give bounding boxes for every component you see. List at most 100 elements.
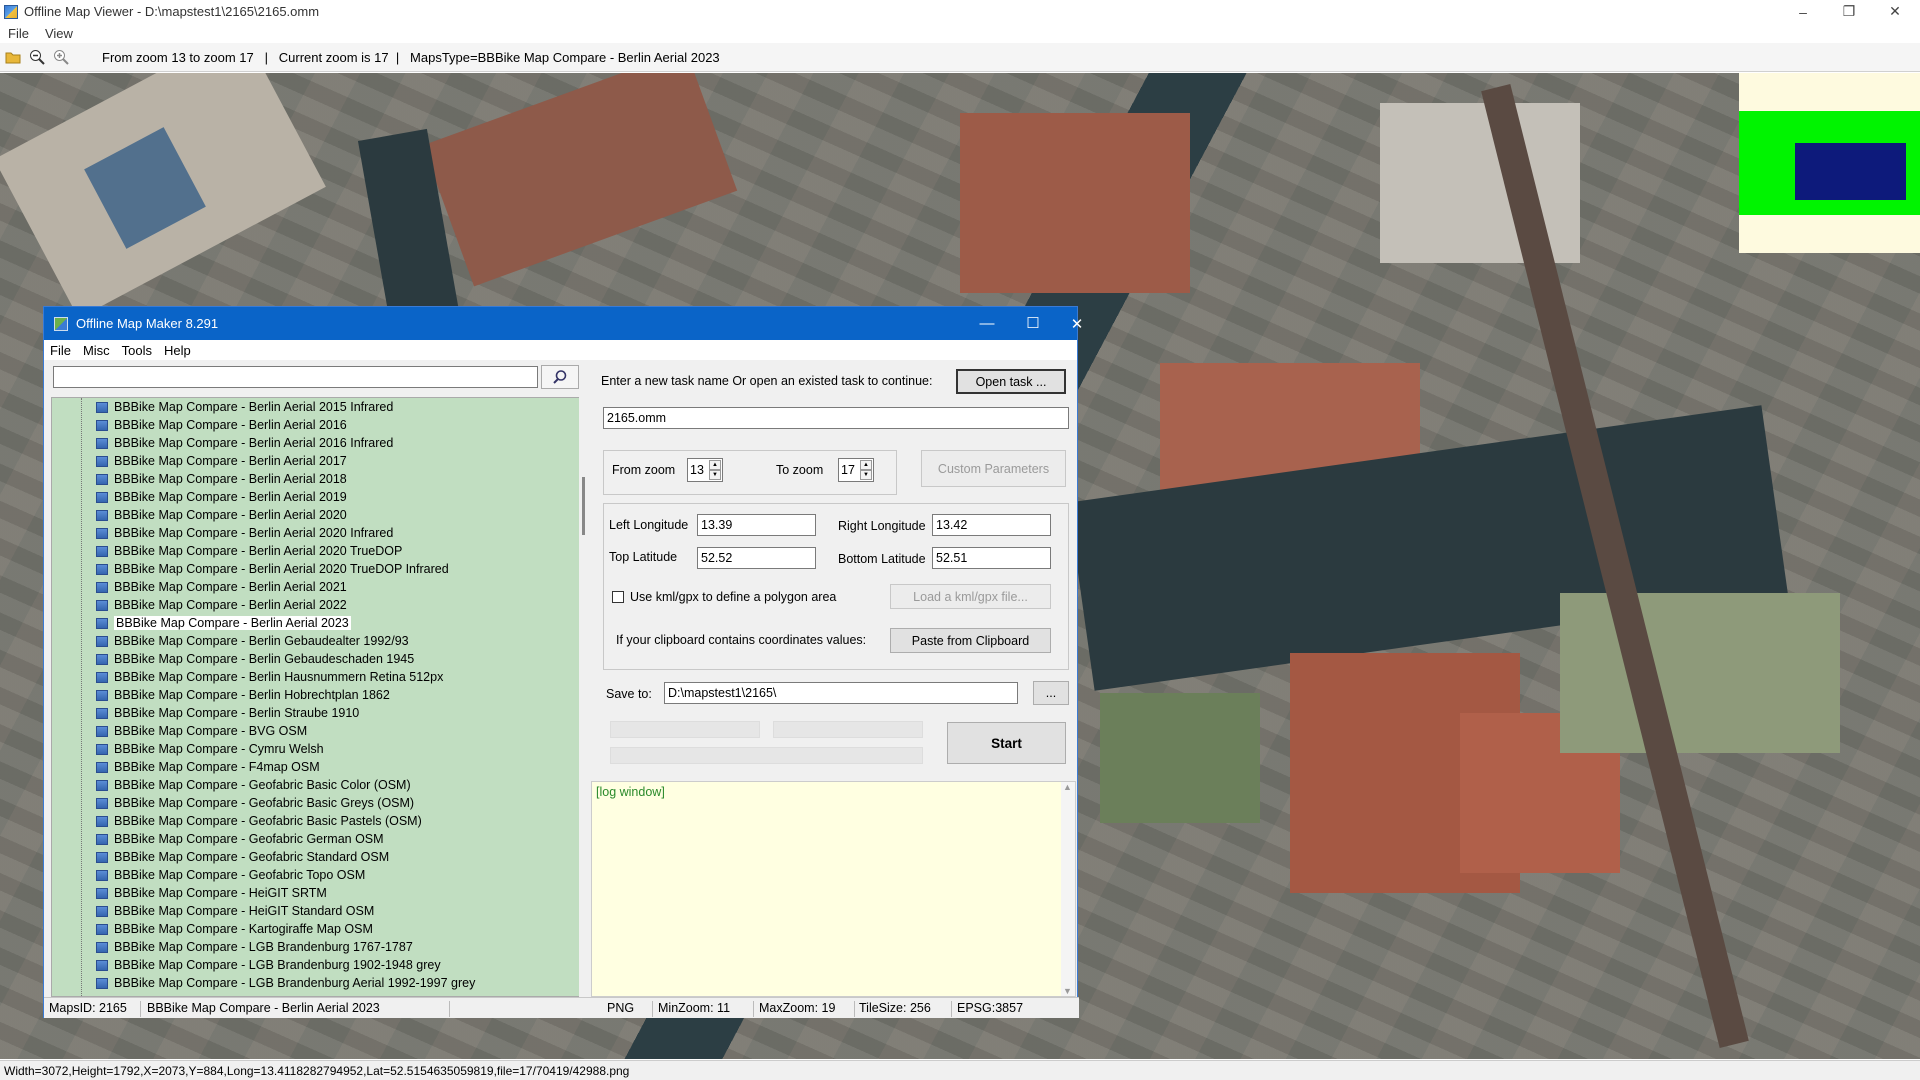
zoom-in-button[interactable] [50, 46, 72, 68]
map-type-item[interactable]: BBBike Map Compare - Berlin Gebaudeschad… [52, 650, 579, 668]
from-zoom-spinner[interactable]: 13 ▲ ▼ [687, 458, 723, 482]
map-type-item[interactable]: BBBike Map Compare - Berlin Aerial 2020 … [52, 542, 579, 560]
map-layer-icon [96, 689, 108, 701]
map-type-item[interactable]: BBBike Map Compare - Berlin Aerial 2017 [52, 452, 579, 470]
browse-button[interactable]: ... [1033, 681, 1069, 705]
map-type-item[interactable]: BBBike Map Compare - Cymru Welsh [52, 740, 579, 758]
status-epsg: EPSG:3857 [957, 1001, 1024, 1015]
to-zoom-up-arrow[interactable]: ▲ [860, 460, 872, 470]
open-folder-button[interactable] [2, 46, 24, 68]
map-type-item[interactable]: BBBike Map Compare - Berlin Aerial 2015 … [52, 398, 579, 416]
paste-clipboard-button[interactable]: Paste from Clipboard [890, 628, 1051, 653]
map-type-item[interactable]: BBBike Map Compare - Geofabric Basic Gre… [52, 794, 579, 812]
log-window[interactable]: [log window] [591, 781, 1076, 997]
map-type-item[interactable]: BBBike Map Compare - Geofabric German OS… [52, 830, 579, 848]
top-latitude-input[interactable]: 52.52 [697, 547, 816, 569]
load-kml-button[interactable]: Load a kml/gpx file... [890, 584, 1051, 609]
dialog-menu-help[interactable]: Help [164, 343, 191, 358]
map-type-item[interactable]: BBBike Map Compare - Berlin Aerial 2023 [52, 614, 579, 632]
map-type-item[interactable]: BBBike Map Compare - Geofabric Basic Pas… [52, 812, 579, 830]
zoom-out-button[interactable] [26, 46, 48, 68]
save-path-input[interactable]: D:\mapstest1\2165\ [664, 682, 1018, 704]
map-type-label: BBBike Map Compare - Berlin Aerial 2020 [114, 508, 347, 522]
start-button[interactable]: Start [947, 722, 1066, 764]
map-type-item[interactable]: BBBike Map Compare - Berlin Hobrechtplan… [52, 686, 579, 704]
tree-scrollbar[interactable] [579, 397, 591, 997]
map-layer-icon [96, 743, 108, 755]
to-zoom-spinner[interactable]: 17 ▲ ▼ [838, 458, 874, 482]
map-maker-icon [54, 316, 68, 331]
log-scrollbar[interactable]: ▲ ▼ [1061, 782, 1075, 996]
map-type-item[interactable]: BBBike Map Compare - Berlin Hausnummern … [52, 668, 579, 686]
dialog-menu-misc[interactable]: Misc [83, 343, 110, 358]
scroll-down-arrow[interactable]: ▼ [1063, 986, 1072, 996]
from-zoom-down-arrow[interactable]: ▼ [709, 470, 721, 480]
map-type-item[interactable]: BBBike Map Compare - Geofabric Topo OSM [52, 866, 579, 884]
map-type-item[interactable]: BBBike Map Compare - Berlin Aerial 2019 [52, 488, 579, 506]
map-park [1560, 593, 1840, 753]
map-type-item[interactable]: BBBike Map Compare - Berlin Aerial 2022 [52, 596, 579, 614]
task-name-input[interactable]: 2165.omm [603, 407, 1069, 429]
map-type-item[interactable]: BBBike Map Compare - BVG OSM [52, 722, 579, 740]
map-type-item[interactable]: BBBike Map Compare - Berlin Straube 1910 [52, 704, 579, 722]
maximize-button[interactable]: ❐ [1826, 0, 1872, 23]
map-type-item[interactable]: BBBike Map Compare - Geofabric Basic Col… [52, 776, 579, 794]
dialog-maximize-button[interactable]: ☐ [1010, 306, 1056, 339]
close-button[interactable]: ✕ [1872, 0, 1918, 23]
map-type-item[interactable]: BBBike Map Compare - HeiGIT Standard OSM [52, 902, 579, 920]
map-type-tree[interactable]: BBBike Map Compare - Berlin Aerial 2015 … [51, 397, 580, 997]
map-type-item[interactable]: BBBike Map Compare - Kartogiraffe Map OS… [52, 920, 579, 938]
menu-view[interactable]: View [45, 26, 73, 41]
to-zoom-down-arrow[interactable]: ▼ [860, 470, 872, 480]
search-button[interactable] [541, 365, 579, 389]
dialog-menu-tools[interactable]: Tools [122, 343, 152, 358]
status-divider [652, 1001, 653, 1017]
map-type-label: BBBike Map Compare - Berlin Hausnummern … [114, 670, 444, 684]
map-type-item[interactable]: BBBike Map Compare - HeiGIT SRTM [52, 884, 579, 902]
map-type-item[interactable]: BBBike Map Compare - Geofabric Standard … [52, 848, 579, 866]
minimize-button[interactable]: – [1780, 0, 1826, 23]
map-layer-icon [96, 941, 108, 953]
dialog-close-button[interactable]: ✕ [1054, 307, 1100, 340]
map-layer-icon [96, 581, 108, 593]
open-task-button[interactable]: Open task ... [956, 369, 1066, 394]
left-longitude-input[interactable]: 13.39 [697, 514, 816, 536]
kml-polygon-label: Use kml/gpx to define a polygon area [630, 590, 837, 604]
bottom-latitude-input[interactable]: 52.51 [932, 547, 1051, 569]
map-type-item[interactable]: BBBike Map Compare - Berlin Aerial 2021 [52, 578, 579, 596]
dialog-status-bar: MapsID: 2165 BBBike Map Compare - Berlin… [44, 997, 1079, 1018]
dialog-menu-file[interactable]: File [50, 343, 71, 358]
map-type-item[interactable]: BBBike Map Compare - Berlin Gebaudealter… [52, 632, 579, 650]
map-type-item[interactable]: BBBike Map Compare - LGB Brandenburg 190… [52, 956, 579, 974]
menu-file[interactable]: File [8, 26, 29, 41]
search-icon [553, 370, 567, 384]
map-type-label: BBBike Map Compare - Geofabric Basic Col… [114, 778, 411, 792]
map-layer-icon [96, 761, 108, 773]
map-type-item[interactable]: BBBike Map Compare - LGB Brandenburg Aer… [52, 974, 579, 992]
dialog-minimize-button[interactable]: — [964, 307, 1010, 340]
map-type-item[interactable]: BBBike Map Compare - Berlin Aerial 2020 [52, 506, 579, 524]
scroll-up-arrow[interactable]: ▲ [1063, 782, 1072, 792]
map-layer-icon [96, 887, 108, 899]
map-layer-icon [96, 563, 108, 575]
map-type-item[interactable]: BBBike Map Compare - LGB Brandenburg 176… [52, 938, 579, 956]
minimap[interactable] [1739, 73, 1920, 253]
kml-polygon-checkbox[interactable] [612, 591, 624, 603]
right-longitude-input[interactable]: 13.42 [932, 514, 1051, 536]
map-type-item[interactable]: BBBike Map Compare - Berlin Aerial 2020 … [52, 524, 579, 542]
custom-parameters-button[interactable]: Custom Parameters [921, 450, 1066, 487]
map-type-label: BBBike Map Compare - HeiGIT Standard OSM [114, 904, 375, 918]
map-type-item[interactable]: BBBike Map Compare - Berlin Aerial 2016 [52, 416, 579, 434]
map-type-label: BBBike Map Compare - LGB Brandenburg Aer… [114, 976, 476, 990]
map-type-item[interactable]: BBBike Map Compare - Berlin Aerial 2016 … [52, 434, 579, 452]
viewer-status-bar: Width=3072,Height=1792,X=2073,Y=884,Long… [0, 1060, 1920, 1080]
map-type-item[interactable]: BBBike Map Compare - Berlin Aerial 2020 … [52, 560, 579, 578]
from-zoom-up-arrow[interactable]: ▲ [709, 460, 721, 470]
dialog-title-bar: Offline Map Maker 8.291 — ☐ ✕ [44, 306, 1083, 340]
map-type-item[interactable]: BBBike Map Compare - F4map OSM [52, 758, 579, 776]
map-type-label: BBBike Map Compare - F4map OSM [114, 760, 320, 774]
tree-scroll-thumb[interactable] [582, 477, 585, 535]
map-search-input[interactable] [53, 366, 538, 388]
map-type-item[interactable]: BBBike Map Compare - Berlin Aerial 2018 [52, 470, 579, 488]
status-divider [449, 1001, 450, 1017]
